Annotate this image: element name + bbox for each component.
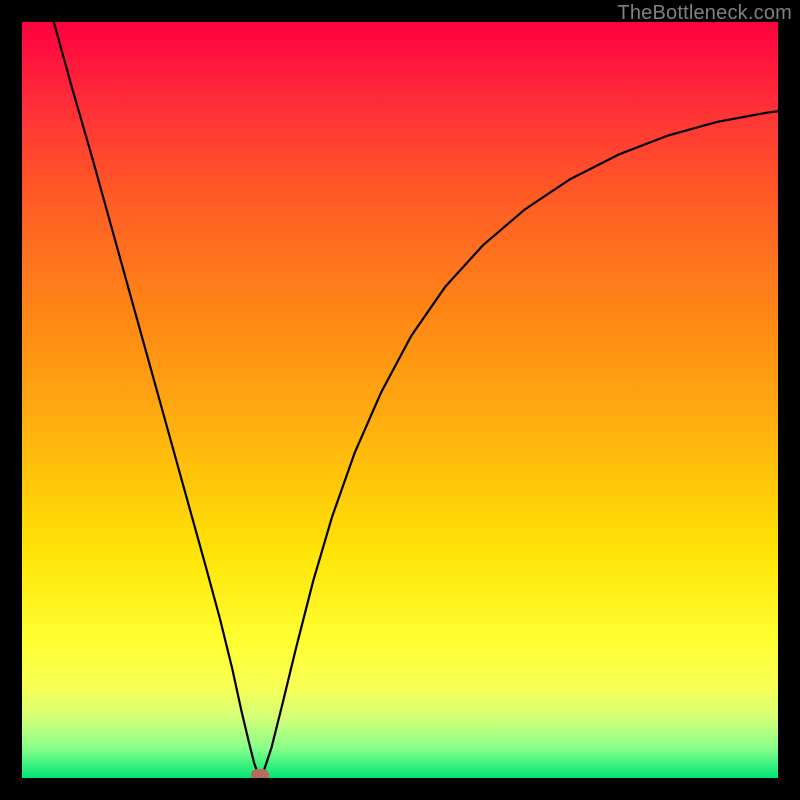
bottleneck-curve [22,22,778,778]
chart-frame: TheBottleneck.com [0,0,800,800]
plot-area [22,22,778,778]
minimum-marker [251,769,269,778]
watermark-text: TheBottleneck.com [617,2,792,25]
